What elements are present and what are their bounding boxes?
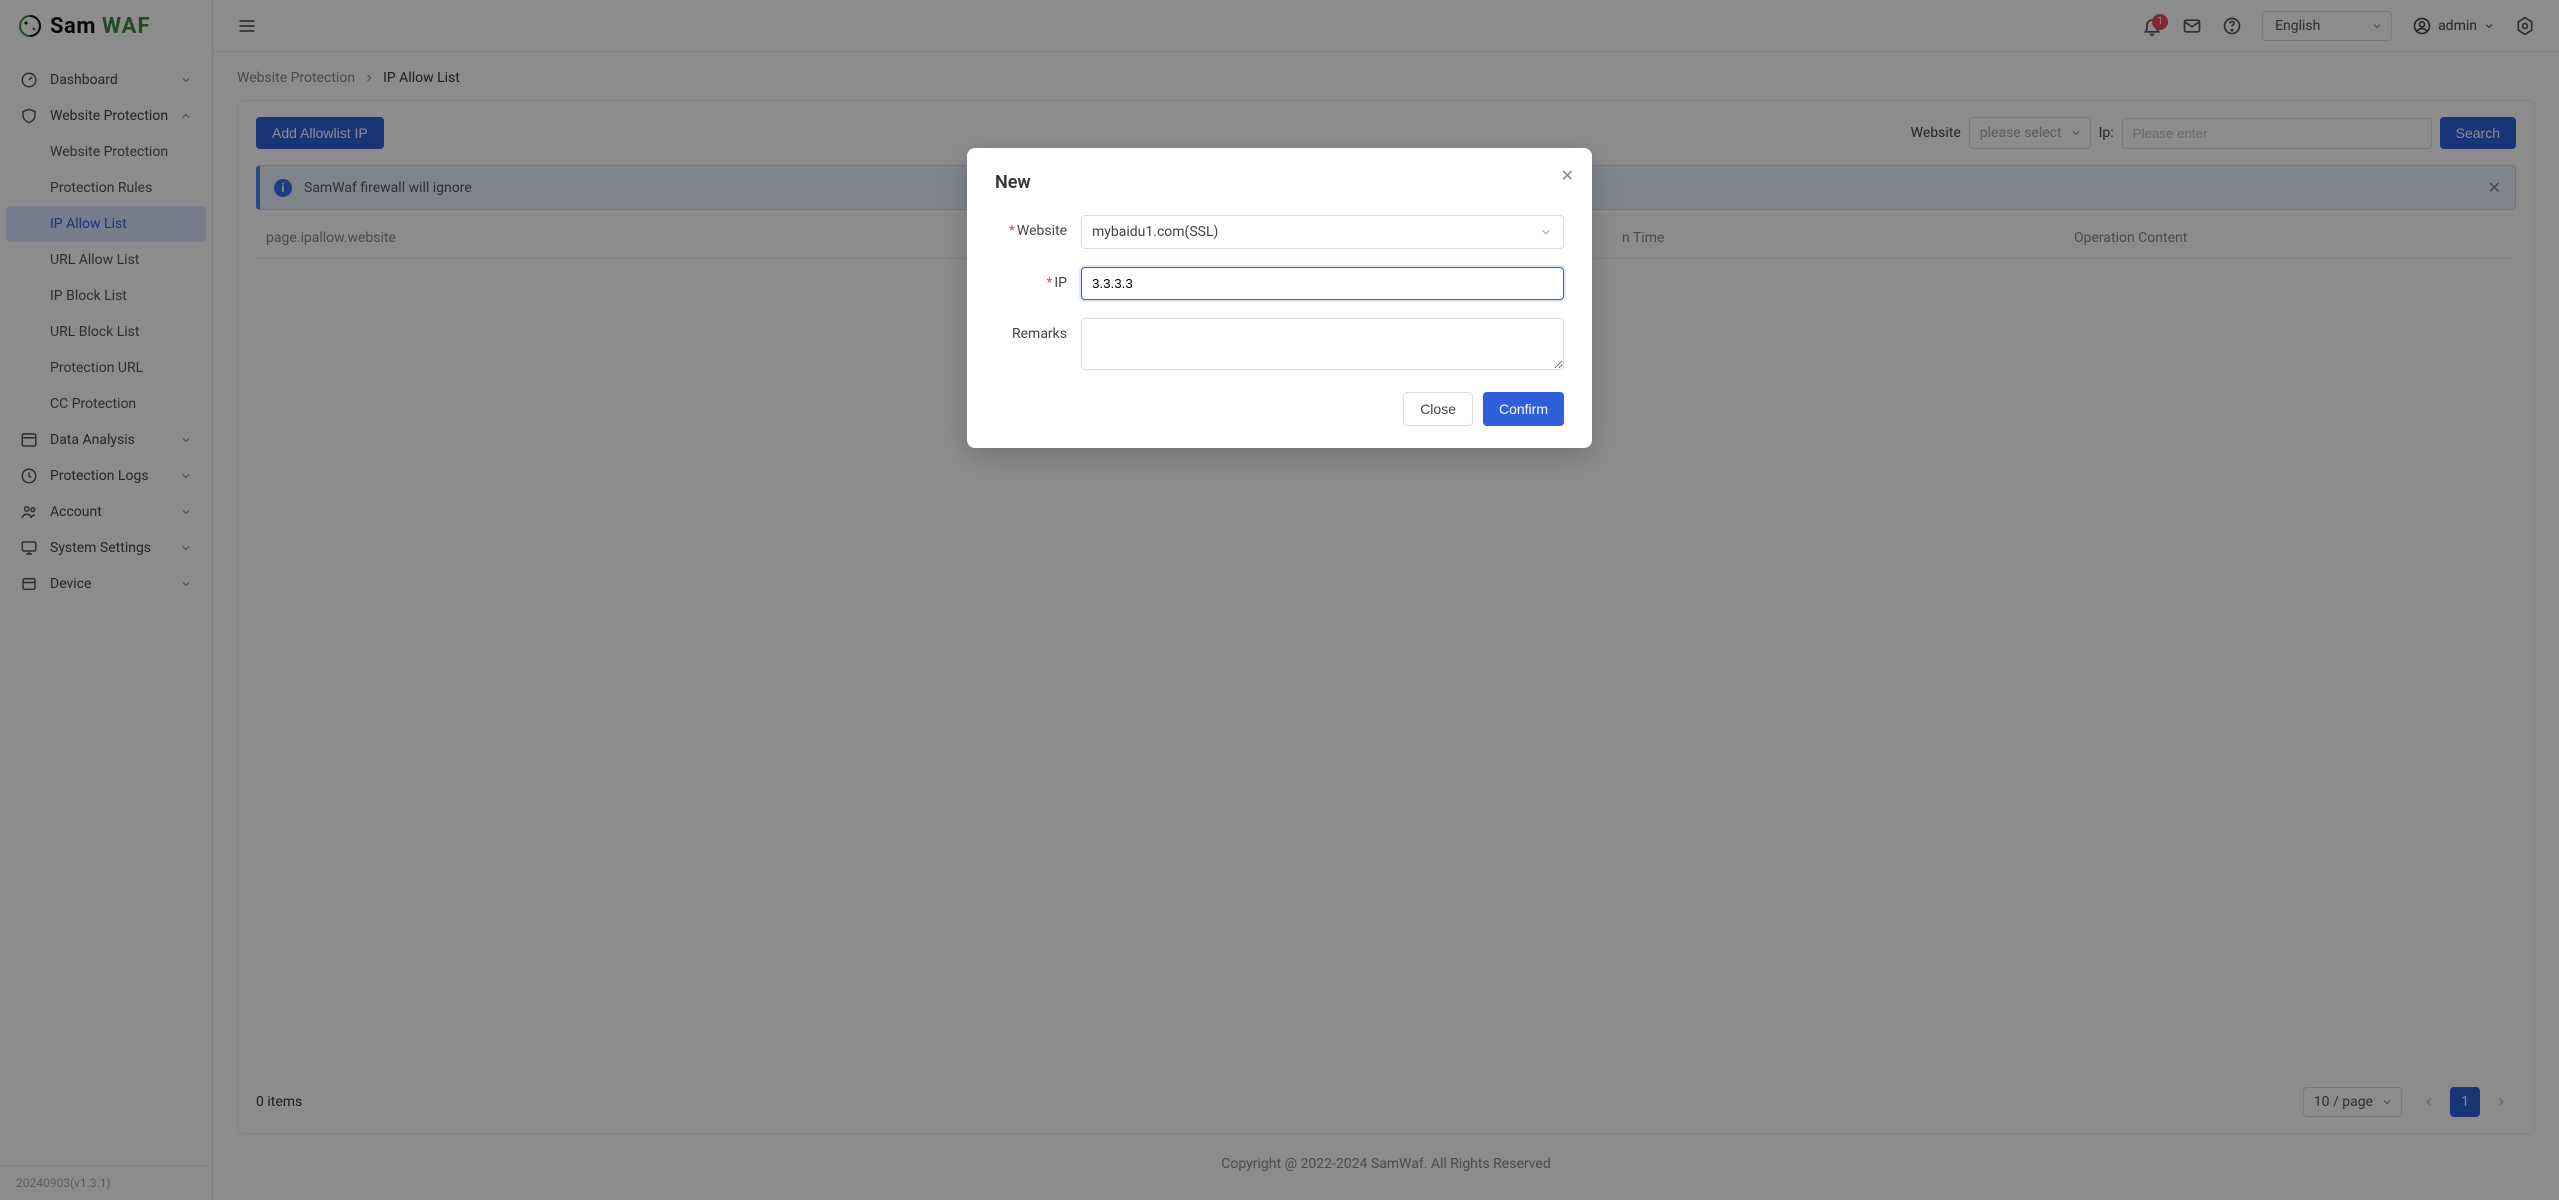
form-label-ip: *IP — [995, 267, 1081, 291]
confirm-button[interactable]: Confirm — [1483, 392, 1564, 426]
form-label-remarks: Remarks — [995, 318, 1081, 342]
ip-input[interactable] — [1081, 267, 1564, 300]
form-row-ip: *IP — [995, 267, 1564, 300]
modal-close-icon[interactable]: ✕ — [1561, 166, 1574, 185]
form-row-website: *Website mybaidu1.com(SSL) — [995, 215, 1564, 249]
remarks-textarea[interactable] — [1081, 318, 1564, 370]
close-button[interactable]: Close — [1403, 392, 1473, 426]
website-select-value: mybaidu1.com(SSL) — [1092, 224, 1218, 240]
modal-overlay[interactable]: New ✕ *Website mybaidu1.com(SSL) *IP Rem… — [0, 0, 2559, 1200]
form-row-remarks: Remarks — [995, 318, 1564, 374]
modal-title: New — [995, 172, 1564, 193]
form-control — [1081, 267, 1564, 300]
modal-footer: Close Confirm — [995, 392, 1564, 426]
new-allowlist-modal: New ✕ *Website mybaidu1.com(SSL) *IP Rem… — [967, 148, 1592, 448]
form-control — [1081, 318, 1564, 374]
website-select[interactable]: mybaidu1.com(SSL) — [1081, 215, 1564, 249]
form-label-website: *Website — [995, 215, 1081, 239]
chevron-down-icon — [1539, 225, 1553, 239]
form-control: mybaidu1.com(SSL) — [1081, 215, 1564, 249]
